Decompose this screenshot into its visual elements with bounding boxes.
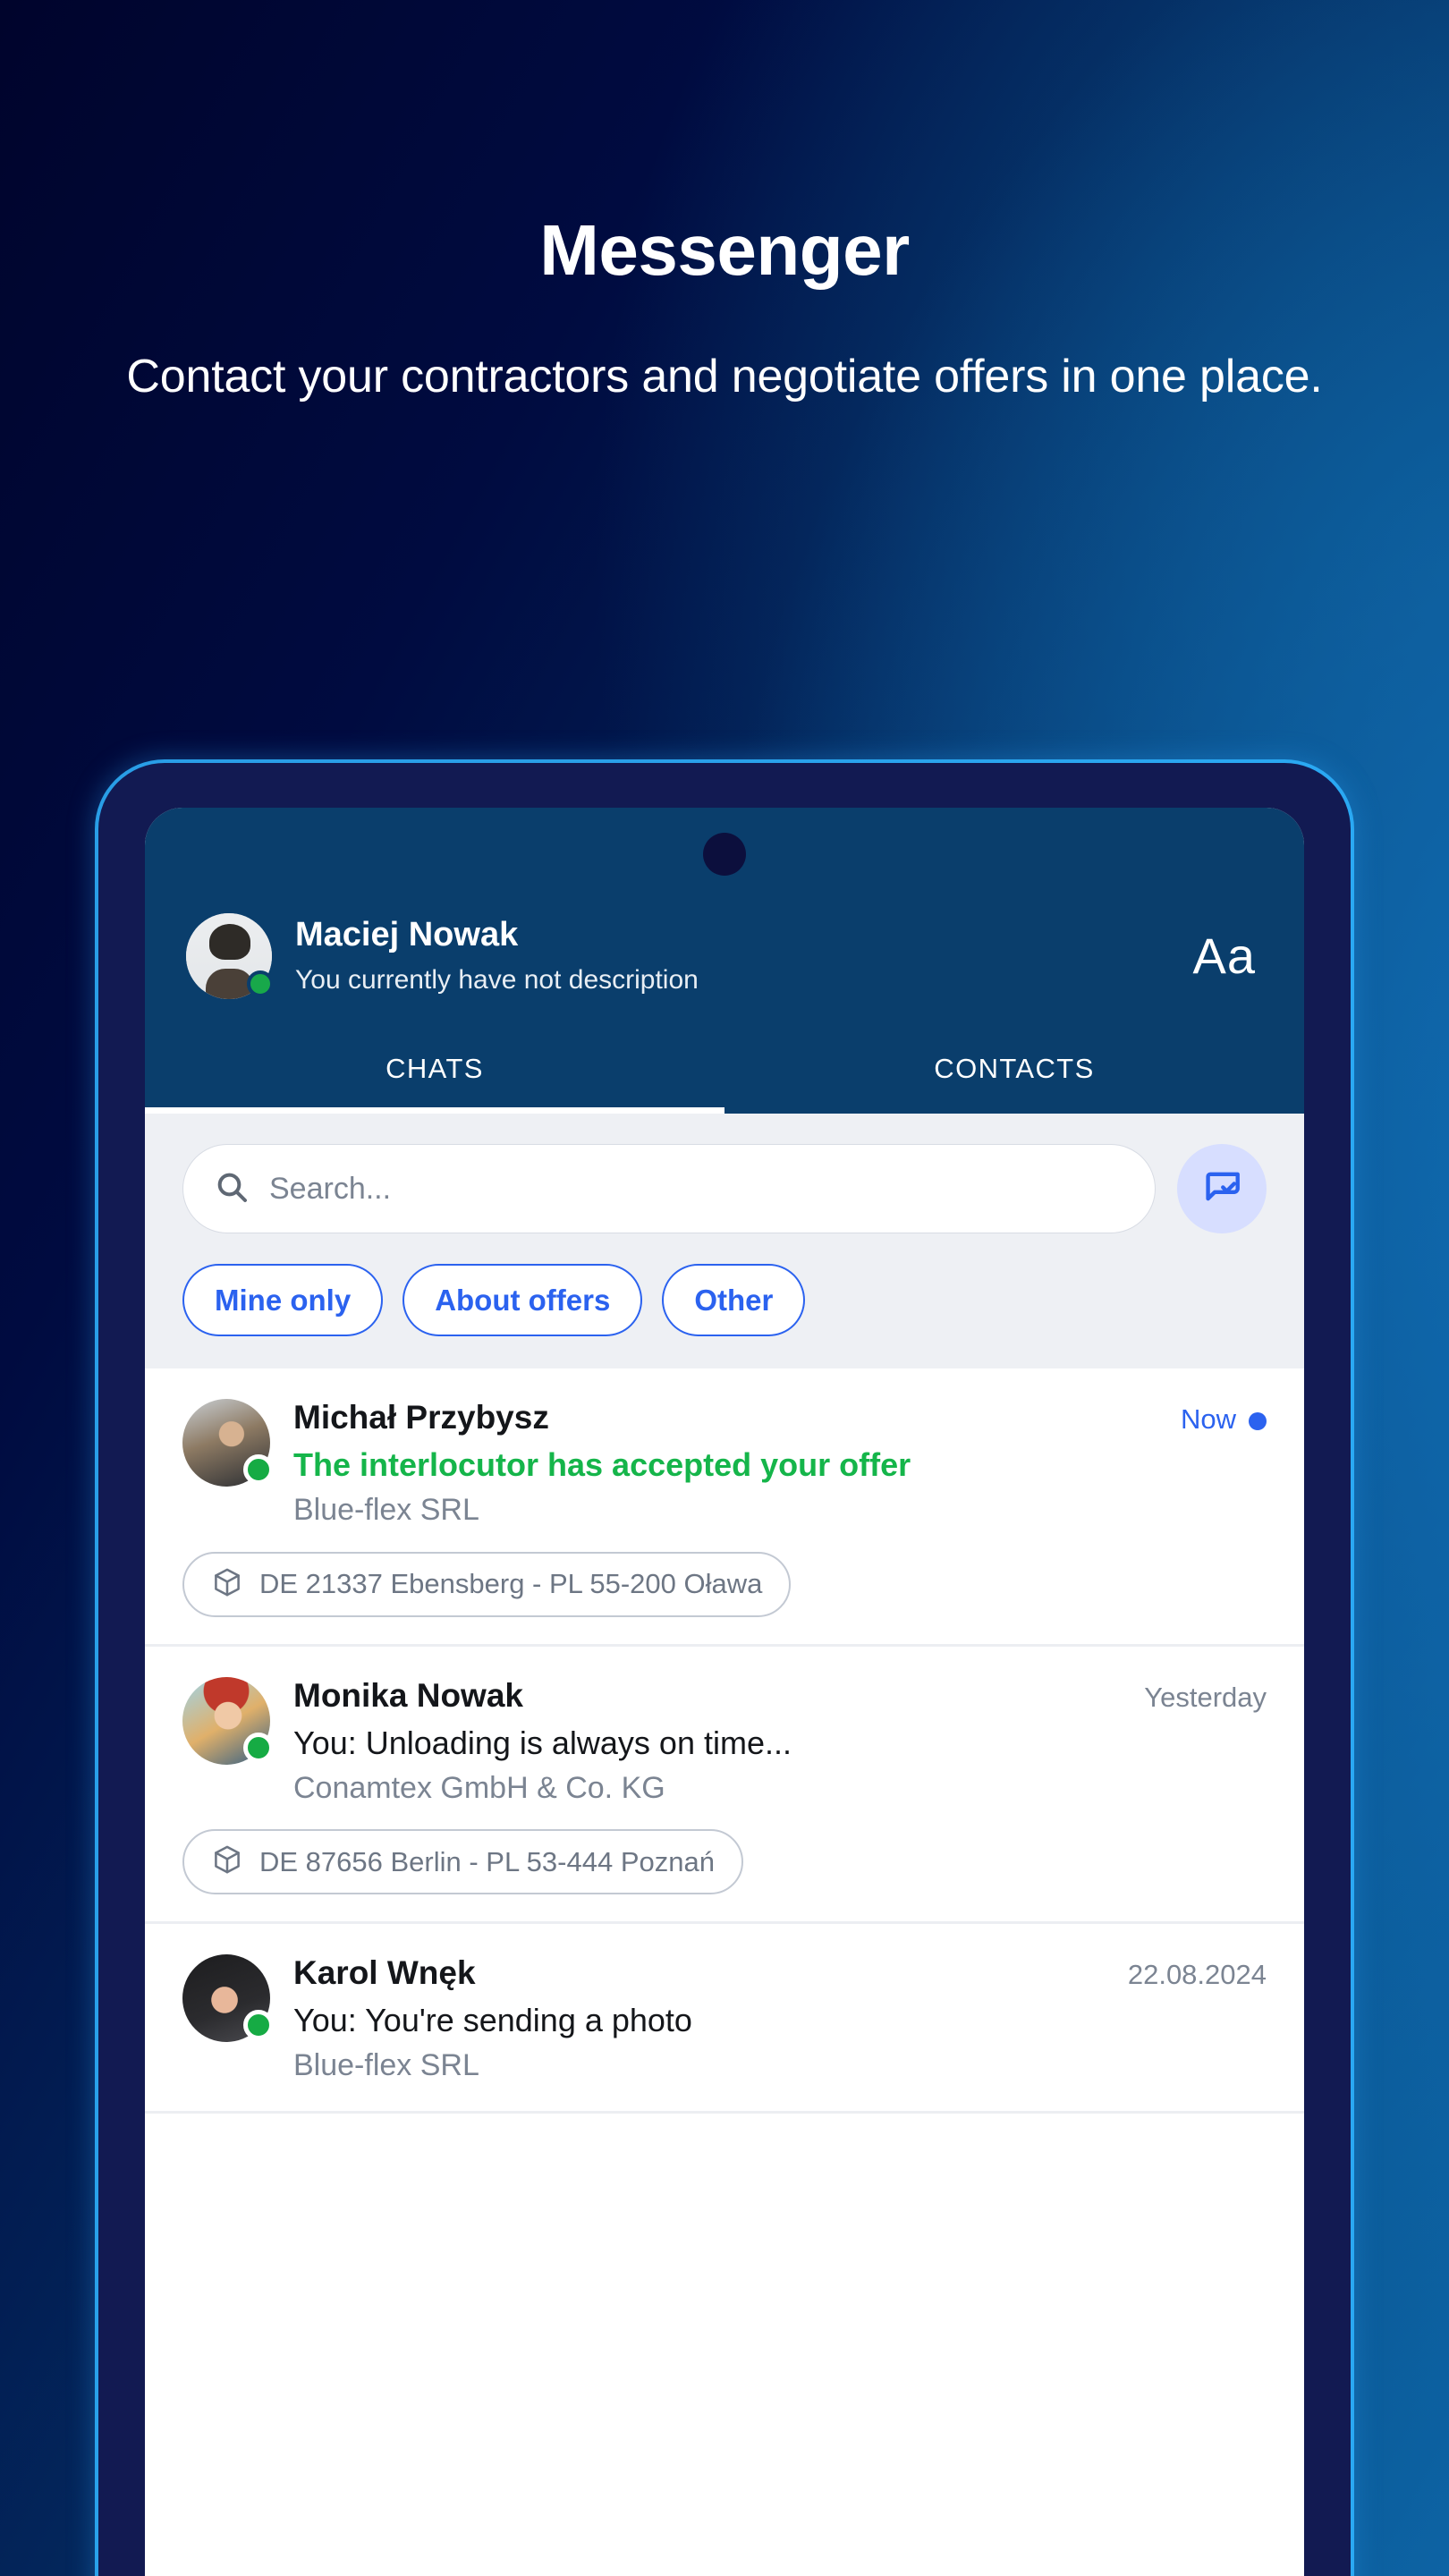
new-chat-button[interactable] bbox=[1177, 1144, 1267, 1233]
chat-preview-message: You: Unloading is always on time... bbox=[293, 1724, 792, 1761]
tab-contacts[interactable]: CONTACTS bbox=[724, 1053, 1304, 1114]
chat-timestamp: Yesterday bbox=[1144, 1681, 1267, 1713]
online-status-dot bbox=[247, 970, 274, 997]
chat-contact-name: Monika Nowak bbox=[293, 1676, 523, 1714]
filter-chip-about-offers[interactable]: About offers bbox=[402, 1264, 643, 1336]
chat-list-item[interactable]: Karol Wnęk 22.08.2024 You: You're sendin… bbox=[145, 1924, 1304, 2114]
chat-contact-name: Michał Przybysz bbox=[293, 1399, 549, 1436]
chat-list-item[interactable]: Michał Przybysz Now The interlocutor has… bbox=[145, 1368, 1304, 1647]
search-placeholder: Search... bbox=[269, 1171, 392, 1206]
filter-chip-other[interactable]: Other bbox=[662, 1264, 806, 1336]
chat-check-icon bbox=[1199, 1165, 1244, 1214]
hero-section: Messenger Contact your contractors and n… bbox=[0, 215, 1449, 405]
route-badge: DE 21337 Ebensberg - PL 55-200 Oława bbox=[182, 1551, 792, 1617]
tab-chats-label: CHATS bbox=[386, 1053, 484, 1084]
avatar bbox=[182, 1954, 274, 2043]
chat-timestamp: Now bbox=[1165, 1403, 1267, 1436]
package-box-icon bbox=[211, 1843, 243, 1880]
route-text: DE 21337 Ebensberg - PL 55-200 Oława bbox=[259, 1568, 763, 1600]
chat-contact-name: Karol Wnęk bbox=[293, 1954, 476, 1992]
tab-chats[interactable]: CHATS bbox=[145, 1053, 724, 1114]
package-box-icon bbox=[211, 1566, 243, 1603]
avatar[interactable] bbox=[186, 913, 274, 999]
chat-timestamp-label: Now bbox=[1180, 1403, 1236, 1435]
search-icon bbox=[214, 1169, 250, 1209]
font-size-button[interactable]: Aa bbox=[1193, 931, 1264, 981]
search-row: Search... bbox=[182, 1144, 1267, 1233]
avatar bbox=[182, 1676, 274, 1765]
phone-mockup: Maciej Nowak You currently have not desc… bbox=[98, 763, 1351, 2576]
app-header: Maciej Nowak You currently have not desc… bbox=[145, 808, 1304, 1114]
online-status-dot bbox=[243, 1454, 274, 1485]
online-status-dot bbox=[243, 1732, 274, 1763]
profile-description: You currently have not description bbox=[295, 964, 699, 995]
chat-preview-message: You: You're sending a photo bbox=[293, 2002, 692, 2039]
unread-indicator-dot bbox=[1249, 1411, 1267, 1430]
filter-chips: Mine only About offers Other bbox=[182, 1264, 1267, 1336]
search-and-filters: Search... Mine only About offers Other bbox=[145, 1114, 1304, 1368]
page-subtitle: Contact your contractors and negotiate o… bbox=[126, 351, 1323, 402]
chat-company-name: Blue-flex SRL bbox=[293, 1492, 479, 1527]
page-title: Messenger bbox=[539, 210, 910, 290]
chat-list: Michał Przybysz Now The interlocutor has… bbox=[145, 1368, 1304, 2114]
chat-list-item[interactable]: Monika Nowak Yesterday You: Unloading is… bbox=[145, 1647, 1304, 1925]
route-badge: DE 87656 Berlin - PL 53-444 Poznań bbox=[182, 1829, 743, 1895]
avatar bbox=[182, 1399, 274, 1487]
chat-company-name: Blue-flex SRL bbox=[293, 2048, 479, 2083]
tab-bar: CHATS CONTACTS bbox=[145, 1053, 1304, 1114]
chat-company-name: Conamtex GmbH & Co. KG bbox=[293, 1770, 665, 1805]
profile-name: Maciej Nowak bbox=[295, 916, 519, 954]
phone-screen: Maciej Nowak You currently have not desc… bbox=[145, 808, 1304, 2576]
route-text: DE 87656 Berlin - PL 53-444 Poznań bbox=[259, 1845, 715, 1877]
front-camera-icon bbox=[703, 833, 746, 876]
online-status-dot bbox=[243, 2010, 274, 2041]
chat-preview-message: The interlocutor has accepted your offer bbox=[293, 1446, 911, 1483]
tab-contacts-label: CONTACTS bbox=[934, 1053, 1095, 1084]
filter-chip-mine-only[interactable]: Mine only bbox=[182, 1264, 384, 1336]
search-input[interactable]: Search... bbox=[182, 1144, 1156, 1233]
chat-timestamp: 22.08.2024 bbox=[1127, 1959, 1267, 1991]
profile-text: Maciej Nowak You currently have not desc… bbox=[295, 916, 1193, 996]
